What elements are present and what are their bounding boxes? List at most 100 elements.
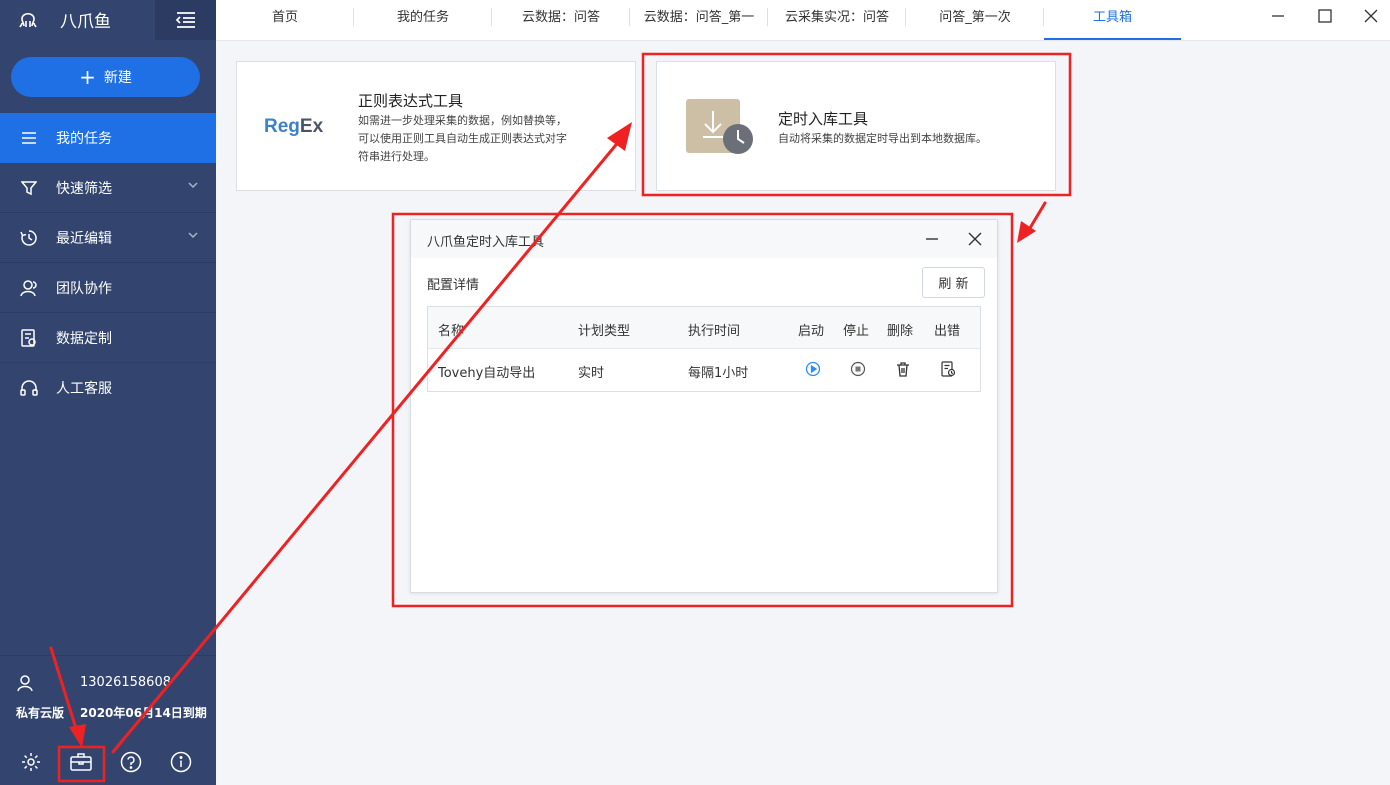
config-details-label: 配置详情 <box>427 278 480 293</box>
chevron-down-icon <box>188 182 198 189</box>
user-expire: 2020年06月14日到期 <box>80 706 207 720</box>
tab-label: 我的任务 <box>396 10 449 25</box>
minimize-icon[interactable] <box>924 231 940 247</box>
schedule-tool-card[interactable]: 定时入库工具 自动将采集的数据定时导出到本地数据库。 <box>656 61 1056 191</box>
new-task-button[interactable]: + 新建 <box>11 57 200 97</box>
window-close-button[interactable] <box>1363 8 1379 24</box>
arrow-head <box>1017 221 1036 243</box>
window-minimize-button[interactable] <box>1270 8 1286 24</box>
error-log-icon[interactable] <box>940 361 956 377</box>
schedule-tool-title: 定时入库工具 <box>778 110 869 128</box>
sidebar-item-support[interactable]: 人工客服 <box>0 363 216 413</box>
sidebar-item-label: 快速筛选 <box>56 180 112 197</box>
user-phone: 13026158608 <box>80 675 171 690</box>
regex-logo-a: Reg <box>264 116 300 137</box>
table-header: 名称 计划类型 执行时间 启动 停止 删除 出错 <box>428 307 980 349</box>
column-header: 删除 <box>887 324 914 339</box>
toolbox-button[interactable] <box>68 749 94 775</box>
tab-label: 云采集实况：问答 <box>784 10 889 25</box>
toolbox-icon <box>70 753 92 771</box>
plus-icon: + <box>79 65 96 89</box>
tab-cloud-data-qa-first[interactable]: 云数据：问答_第一 <box>630 0 768 40</box>
column-header: 出错 <box>934 324 961 339</box>
sidebar-item-data-custom[interactable]: 数据定制 <box>0 313 216 363</box>
row-exec-time: 每隔1小时 <box>688 366 749 381</box>
tab-qa-first[interactable]: 问答_第一次 <box>906 0 1044 40</box>
row-name: Tovehy自动导出 <box>438 366 536 381</box>
dialog-header: 八爪鱼定时入库工具 <box>411 220 997 258</box>
stop-icon[interactable] <box>850 361 866 377</box>
close-icon <box>1364 9 1378 23</box>
menu-collapse-icon <box>175 12 195 28</box>
regex-desc-line: 符串进行处理。 <box>358 150 435 163</box>
regex-tool-title: 正则表达式工具 <box>358 92 464 110</box>
data-custom-icon <box>20 328 38 347</box>
sidebar-item-label: 我的任务 <box>56 131 112 147</box>
tab-bar: 首页 我的任务 云数据：问答 云数据：问答_第一 云采集实况：问答 问答_第一次… <box>216 0 1390 41</box>
sidebar: 八爪鱼 + 新建 我的任务 快速筛选 最近编辑 团队协作 数据定制 人工客服 1… <box>0 0 216 785</box>
play-icon[interactable] <box>805 361 821 377</box>
new-task-label: 新建 <box>103 70 132 86</box>
schedule-tool-desc: 自动将采集的数据定时导出到本地数据库。 <box>778 132 987 145</box>
about-button[interactable] <box>168 749 194 775</box>
sidebar-item-recent-edit[interactable]: 最近编辑 <box>0 213 216 263</box>
column-header: 名称 <box>438 324 465 339</box>
settings-button[interactable] <box>18 749 44 775</box>
refresh-button[interactable]: 刷 新 <box>922 267 985 298</box>
regex-tool-card[interactable]: RegEx 正则表达式工具 如需进一步处理采集的数据，例如替换等， 可以使用正则… <box>236 61 636 191</box>
tab-home[interactable]: 首页 <box>216 0 354 40</box>
tab-label: 云数据：问答 <box>521 10 600 25</box>
regex-desc-line: 如需进一步处理采集的数据，例如替换等， <box>358 114 567 127</box>
sidebar-bottom-toolbar <box>0 738 216 785</box>
trash-icon[interactable] <box>895 361 911 377</box>
column-header: 计划类型 <box>578 324 631 339</box>
info-icon <box>170 751 192 773</box>
tab-cloud-data-qa[interactable]: 云数据：问答 <box>492 0 630 40</box>
dialog-title: 八爪鱼定时入库工具 <box>427 235 545 250</box>
close-icon[interactable] <box>967 231 983 247</box>
collapse-sidebar-button[interactable] <box>155 0 216 40</box>
tab-label: 问答_第一次 <box>939 10 1011 25</box>
gear-icon <box>22 753 40 771</box>
list-icon <box>20 129 38 147</box>
headset-icon <box>20 379 38 397</box>
user-icon <box>17 675 33 692</box>
filter-icon <box>20 179 38 197</box>
help-button[interactable] <box>118 749 144 775</box>
sidebar-item-label: 数据定制 <box>56 330 112 347</box>
sidebar-item-quick-filter[interactable]: 快速筛选 <box>0 163 216 213</box>
table-row: Tovehy自动导出 实时 每隔1小时 <box>428 349 980 391</box>
app-name: 八爪鱼 <box>60 12 111 32</box>
maximize-icon <box>1318 9 1332 23</box>
sidebar-item-label: 最近编辑 <box>56 230 112 247</box>
regex-logo: RegEx <box>264 116 323 138</box>
sidebar-item-team[interactable]: 团队协作 <box>0 263 216 313</box>
recent-icon <box>20 229 38 247</box>
window-maximize-button[interactable] <box>1317 8 1333 24</box>
team-icon <box>20 279 38 297</box>
brand: 八爪鱼 <box>0 0 216 40</box>
tab-label: 云数据：问答_第一 <box>643 10 755 25</box>
schedule-table: 名称 计划类型 执行时间 启动 停止 删除 出错 Tovehy自动导出 实时 每… <box>427 306 981 392</box>
user-plan: 私有云版 <box>16 706 65 720</box>
regex-tool-desc: 如需进一步处理采集的数据，例如替换等， 可以使用正则工具自动生成正则表达式对字 … <box>358 112 633 166</box>
column-header: 启动 <box>798 324 825 339</box>
sidebar-item-label: 团队协作 <box>56 280 112 297</box>
arrow-shaft <box>1028 201 1047 230</box>
sidebar-item-label: 人工客服 <box>56 381 112 397</box>
tab-label: 首页 <box>271 10 298 25</box>
column-header: 停止 <box>843 324 870 339</box>
schedule-tool-dialog: 八爪鱼定时入库工具 配置详情 刷 新 名称 计划类型 执行时间 启动 停止 删除… <box>410 219 998 593</box>
tab-label: 工具箱 <box>1092 10 1132 25</box>
minimize-icon <box>1272 15 1284 17</box>
column-header: 执行时间 <box>688 324 741 339</box>
tab-toolbox[interactable]: 工具箱 <box>1044 0 1181 40</box>
regex-logo-b: Ex <box>299 116 324 137</box>
chevron-down-icon <box>188 232 198 239</box>
user-info: 13026158608 私有云版 2020年06月14日到期 <box>0 655 216 733</box>
sidebar-nav: 我的任务 快速筛选 最近编辑 团队协作 数据定制 人工客服 <box>0 113 216 413</box>
tab-cloud-live-qa[interactable]: 云采集实况：问答 <box>768 0 906 40</box>
sidebar-item-my-tasks[interactable]: 我的任务 <box>0 113 216 163</box>
octopus-logo-icon <box>19 12 37 28</box>
tab-my-tasks[interactable]: 我的任务 <box>354 0 492 40</box>
